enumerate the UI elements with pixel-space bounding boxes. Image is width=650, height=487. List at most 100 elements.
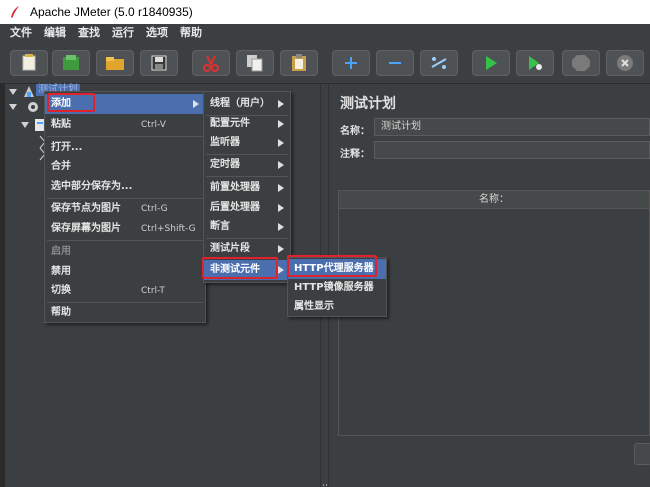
submenu-item-timer[interactable]: 定时器 — [204, 155, 290, 175]
copy-icon — [247, 55, 263, 72]
new-button[interactable] — [10, 50, 48, 76]
submenu-item-pre-processor[interactable]: 前置处理器 — [204, 178, 290, 198]
save-button[interactable] — [140, 50, 178, 76]
toggle-icon — [431, 57, 447, 69]
highlight-box-non-test — [202, 257, 278, 279]
tree-thread-group-row[interactable] — [8, 99, 40, 115]
menu-item-label: 监听器 — [210, 137, 240, 148]
menu-item-label: 禁用 — [51, 266, 71, 277]
menu-help[interactable]: 帮助 — [174, 24, 208, 42]
toggle-button[interactable] — [420, 50, 458, 76]
gear-icon — [28, 102, 38, 112]
menu-separator — [47, 240, 203, 241]
submenu-item-test-fragment[interactable]: 测试片段 — [204, 239, 290, 259]
menu-item-toggle[interactable]: 切换 Ctrl-T — [45, 281, 205, 301]
copy-button[interactable] — [236, 50, 274, 76]
submenu-item-http-mirror-server[interactable]: HTTP镜像服务器 — [288, 278, 386, 298]
submenu-item-assertion[interactable]: 断言 — [204, 217, 290, 237]
submenu-arrow-icon — [278, 161, 284, 169]
menu-item-label: 切换 — [51, 285, 71, 296]
menu-item-merge[interactable]: 合并 — [45, 157, 205, 177]
menu-run[interactable]: 运行 — [106, 24, 140, 42]
menu-edit[interactable]: 编辑 — [38, 24, 72, 42]
comment-label: 注释： — [340, 149, 370, 160]
start-icon — [486, 56, 497, 70]
stop-button[interactable] — [562, 50, 600, 76]
name-field[interactable]: 测试计划 — [374, 118, 650, 136]
context-menu: 添加 粘贴 Ctrl-V 打开... 合并 选中部分保存为... 保存节点为图片 C… — [44, 91, 206, 323]
submenu-arrow-icon — [278, 245, 284, 253]
shutdown-button[interactable] — [606, 50, 644, 76]
minus-icon — [389, 62, 401, 64]
submenu-arrow-icon — [278, 223, 284, 231]
title-bar: Apache JMeter (5.0 r1840935) — [0, 0, 650, 24]
templates-icon — [63, 55, 79, 70]
cut-button[interactable] — [192, 50, 230, 76]
submenu-arrow-icon — [278, 139, 284, 147]
expand-triangle-icon — [9, 89, 17, 95]
highlight-box-add — [47, 93, 95, 112]
submenu-item-threads[interactable]: 线程（用户） — [204, 94, 290, 114]
comment-field[interactable] — [374, 141, 650, 159]
menu-options[interactable]: 选项 — [140, 24, 174, 42]
submenu-item-listener[interactable]: 监听器 — [204, 133, 290, 153]
table-header-name: 名称： — [339, 191, 649, 209]
menu-item-label: 定时器 — [210, 159, 240, 170]
paste-button[interactable] — [280, 50, 318, 76]
panel-button[interactable] — [634, 443, 650, 465]
menu-item-save-node-image[interactable]: 保存节点为图片 Ctrl-G — [45, 199, 205, 219]
menu-item-save-selection[interactable]: 选中部分保存为... — [45, 177, 205, 197]
jmeter-feather-icon — [6, 4, 24, 20]
panel-title: 测试计划 — [340, 96, 396, 112]
menu-item-help[interactable]: 帮助 — [45, 303, 205, 323]
menu-separator — [206, 176, 288, 177]
shutdown-icon — [617, 55, 633, 71]
submenu-arrow-icon — [193, 100, 199, 108]
menu-item-label: 配置元件 — [210, 118, 250, 129]
toolbar — [0, 42, 650, 84]
submenu-item-property-display[interactable]: 属性显示 — [288, 297, 386, 317]
menu-item-label: 粘贴 — [51, 119, 71, 130]
menu-item-disable[interactable]: 禁用 — [45, 262, 205, 282]
menu-search[interactable]: 查找 — [72, 24, 106, 42]
menu-item-label: 保存屏幕为图片 — [51, 223, 121, 234]
expand-all-button[interactable] — [332, 50, 370, 76]
menu-item-label: 选中部分保存为... — [51, 181, 133, 192]
menu-item-label: 线程（用户） — [210, 98, 270, 109]
add-submenu: 线程（用户） 配置元件 监听器 定时器 前置处理器 后置处理器 断言 测试片段 … — [203, 91, 291, 283]
submenu-arrow-icon — [278, 184, 284, 192]
start-button[interactable] — [472, 50, 510, 76]
menu-item-open[interactable]: 打开... — [45, 138, 205, 158]
cut-icon — [203, 55, 219, 72]
submenu-item-config-element[interactable]: 配置元件 — [204, 114, 290, 134]
tree-child-row[interactable] — [20, 117, 46, 133]
test-plan-icon — [24, 86, 34, 97]
new-icon — [22, 54, 36, 71]
expand-triangle-icon — [9, 104, 17, 110]
templates-button[interactable] — [52, 50, 90, 76]
start-no-pause-icon — [529, 56, 542, 70]
submenu-item-post-processor[interactable]: 后置处理器 — [204, 198, 290, 218]
highlight-box-http-proxy — [287, 255, 377, 277]
menu-file[interactable]: 文件 — [0, 24, 38, 42]
menu-separator — [47, 136, 203, 137]
save-icon — [151, 55, 167, 71]
start-no-pauses-button[interactable] — [516, 50, 554, 76]
menu-shortcut: Ctrl-G — [141, 204, 168, 214]
name-label: 名称： — [340, 126, 370, 137]
menu-item-label: 启用 — [51, 246, 71, 257]
menu-item-label: 断言 — [210, 221, 230, 232]
collapse-all-button[interactable] — [376, 50, 414, 76]
menu-item-label: 测试片段 — [210, 243, 250, 254]
menu-item-label: 后置处理器 — [210, 202, 260, 213]
menu-item-label: 帮助 — [51, 307, 71, 318]
open-button[interactable] — [96, 50, 134, 76]
tree-root-row[interactable] — [8, 84, 36, 100]
menu-shortcut: Ctrl-T — [141, 286, 165, 296]
menu-item-save-screen-image[interactable]: 保存屏幕为图片 Ctrl+Shift-G — [45, 219, 205, 239]
submenu-arrow-icon — [278, 204, 284, 212]
expand-triangle-icon — [21, 122, 29, 128]
menu-item-paste[interactable]: 粘贴 Ctrl-V — [45, 115, 205, 135]
menu-item-label: 打开... — [51, 142, 83, 153]
menu-item-enable[interactable]: 启用 — [45, 242, 205, 262]
